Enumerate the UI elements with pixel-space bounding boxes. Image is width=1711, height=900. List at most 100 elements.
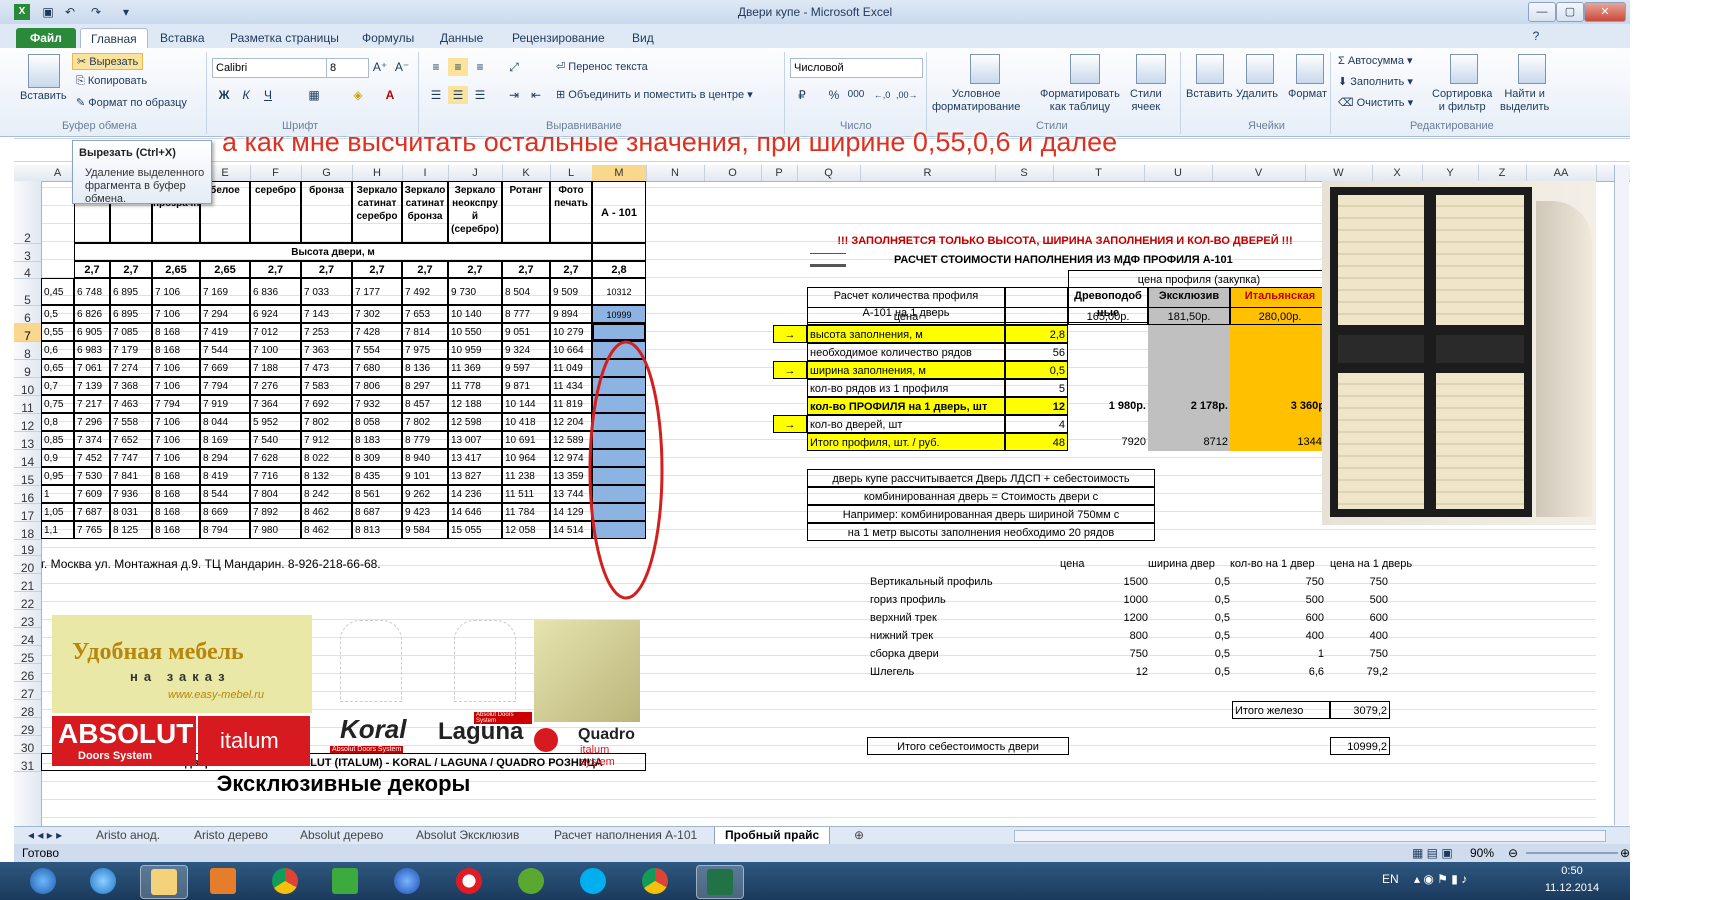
price-cell[interactable]: 7 177 bbox=[352, 278, 402, 305]
price-cell[interactable]: 8 168 bbox=[152, 503, 200, 521]
calc-line-cost[interactable] bbox=[1068, 379, 1148, 397]
price-cell[interactable]: 9 894 bbox=[550, 305, 592, 323]
calc-line-cost[interactable] bbox=[1230, 325, 1330, 343]
zoom-out-icon[interactable]: ⊖ bbox=[1508, 844, 1518, 862]
table-header[interactable]: серебро bbox=[250, 181, 301, 243]
price-cell[interactable]: 11 434 bbox=[550, 377, 592, 395]
price-cell[interactable]: 15 055 bbox=[448, 521, 502, 539]
sheet-tab-price[interactable]: Пробный прайс bbox=[714, 827, 831, 845]
price-cell[interactable]: 7 609 bbox=[74, 485, 110, 503]
price-cell[interactable]: 9 730 bbox=[448, 278, 502, 305]
price-cell[interactable]: 7 802 bbox=[402, 413, 448, 431]
sheet-tab-absolut-exclusive[interactable]: Absolut Эксклюзив bbox=[406, 827, 529, 844]
price-cell[interactable]: 14 129 bbox=[550, 503, 592, 521]
hardware-value[interactable]: 0,5 bbox=[1156, 609, 1232, 627]
price-cell[interactable]: 8 183 bbox=[352, 431, 402, 449]
hardware-value[interactable]: 0,5 bbox=[1156, 591, 1232, 609]
hardware-header[interactable]: кол-во на 1 двер bbox=[1230, 555, 1330, 573]
price-cell[interactable]: 8 168 bbox=[152, 485, 200, 503]
price-cell[interactable]: 7 892 bbox=[250, 503, 301, 521]
price-cell[interactable]: 10 140 bbox=[448, 305, 502, 323]
height-value[interactable]: 2,7 bbox=[74, 261, 110, 278]
price-cell[interactable]: 7 492 bbox=[402, 278, 448, 305]
price-cell[interactable]: 7 747 bbox=[110, 449, 152, 467]
table-header[interactable]: бронза bbox=[301, 181, 352, 243]
price-cell[interactable]: 7 463 bbox=[110, 395, 152, 413]
calc-line-cost[interactable] bbox=[1230, 361, 1330, 379]
profile-a101-header[interactable]: А - 101 bbox=[592, 181, 646, 243]
price-cell[interactable]: 8 777 bbox=[502, 305, 550, 323]
price-cell[interactable]: 13 744 bbox=[550, 485, 592, 503]
price-cell[interactable]: 7 975 bbox=[402, 341, 448, 359]
price-cell[interactable]: 8 136 bbox=[402, 359, 448, 377]
door-cost-label[interactable]: Итого себестоимость двери bbox=[867, 737, 1069, 755]
calc-line-cost[interactable]: 13440 bbox=[1230, 433, 1330, 451]
calc-line-value[interactable]: 5 bbox=[1005, 379, 1068, 397]
price-cell[interactable]: 11 784 bbox=[502, 503, 550, 521]
calc-line-cost[interactable]: 1 980р. bbox=[1068, 397, 1148, 415]
price-cell[interactable]: 7 106 bbox=[152, 431, 200, 449]
calc-line-value[interactable]: 12 bbox=[1005, 397, 1068, 415]
price-cell[interactable]: 9 101 bbox=[402, 467, 448, 485]
price-cell[interactable]: 6 895 bbox=[110, 305, 152, 323]
calc-line-cost[interactable] bbox=[1068, 325, 1148, 343]
horizontal-scrollbar[interactable] bbox=[1014, 830, 1606, 842]
calc-line-cost[interactable] bbox=[1068, 361, 1148, 379]
price-cell[interactable]: 8 297 bbox=[402, 377, 448, 395]
table-header[interactable]: Зеркало сатинат серебро bbox=[352, 181, 402, 243]
price-cell[interactable]: 7 012 bbox=[250, 323, 301, 341]
hardware-value[interactable]: 400 bbox=[1240, 627, 1326, 645]
price-cell[interactable]: 8 940 bbox=[402, 449, 448, 467]
width-value[interactable]: 0,7 bbox=[41, 377, 74, 395]
price-cell[interactable]: 7 802 bbox=[301, 413, 352, 431]
price-cell[interactable]: 7 085 bbox=[110, 323, 152, 341]
price-cell[interactable]: 8 457 bbox=[402, 395, 448, 413]
price-cell[interactable]: 7 687 bbox=[74, 503, 110, 521]
price-cell[interactable]: 7 419 bbox=[200, 323, 250, 341]
price-cell[interactable]: 10 959 bbox=[448, 341, 502, 359]
price-cell[interactable]: 7 188 bbox=[250, 359, 301, 377]
hardware-value[interactable]: 400 bbox=[1330, 627, 1390, 645]
hardware-value[interactable]: 0,5 bbox=[1156, 645, 1232, 663]
price-cell[interactable]: 10 691 bbox=[502, 431, 550, 449]
view-normal-icon[interactable]: ▦ ▤ ▣ bbox=[1412, 844, 1453, 862]
cell[interactable] bbox=[1005, 307, 1068, 325]
price-cell[interactable]: 7 680 bbox=[352, 359, 402, 377]
hardware-value[interactable]: 1000 bbox=[1070, 591, 1150, 609]
calc-line-label[interactable]: необходимое количество рядов bbox=[807, 343, 1005, 361]
input-arrow-icon[interactable]: → bbox=[773, 325, 807, 343]
price-cell[interactable]: 8 462 bbox=[301, 521, 352, 539]
sheet-tab-aristo-anod[interactable]: Aristo анод. bbox=[86, 827, 170, 844]
calc-line-cost[interactable]: 7920 bbox=[1068, 433, 1148, 451]
price-cell[interactable]: 12 058 bbox=[502, 521, 550, 539]
hardware-value[interactable]: 79,2 bbox=[1330, 663, 1390, 681]
width-value[interactable]: 1 bbox=[41, 485, 74, 503]
profile-shape-icon[interactable] bbox=[810, 253, 846, 267]
calc-line-cost[interactable] bbox=[1068, 415, 1148, 433]
price-cell[interactable]: 10 418 bbox=[502, 413, 550, 431]
price-cell[interactable]: 7 302 bbox=[352, 305, 402, 323]
price-cell[interactable]: 7 583 bbox=[301, 377, 352, 395]
price-cell[interactable]: 8 242 bbox=[301, 485, 352, 503]
price-cell[interactable]: 10 664 bbox=[550, 341, 592, 359]
price-cell[interactable]: 7 179 bbox=[110, 341, 152, 359]
price-cell[interactable]: 10 279 bbox=[550, 323, 592, 341]
hardware-value[interactable]: 750 bbox=[1070, 645, 1150, 663]
excel-taskbar-icon[interactable] bbox=[696, 865, 744, 899]
price-cell[interactable]: 8 022 bbox=[301, 449, 352, 467]
calc-line-cost[interactable] bbox=[1148, 379, 1230, 397]
price-cell[interactable]: 7 540 bbox=[250, 431, 301, 449]
calc-line-cost[interactable] bbox=[1148, 343, 1230, 361]
door-cost-value[interactable]: 10999,2 bbox=[1330, 737, 1390, 755]
height-value[interactable]: 2,8 bbox=[592, 261, 646, 278]
price-cell[interactable]: 9 584 bbox=[402, 521, 448, 539]
price-cell[interactable]: 7 296 bbox=[74, 413, 110, 431]
language-indicator[interactable]: EN bbox=[1382, 872, 1399, 886]
price-cell[interactable]: 12 204 bbox=[550, 413, 592, 431]
price-cell[interactable]: 8 309 bbox=[352, 449, 402, 467]
price-cell[interactable]: 7 274 bbox=[110, 359, 152, 377]
price-cell[interactable]: 7 033 bbox=[301, 278, 352, 305]
upload-icon[interactable] bbox=[384, 865, 430, 897]
price-cell[interactable]: 6 836 bbox=[250, 278, 301, 305]
price-cell[interactable]: 14 646 bbox=[448, 503, 502, 521]
